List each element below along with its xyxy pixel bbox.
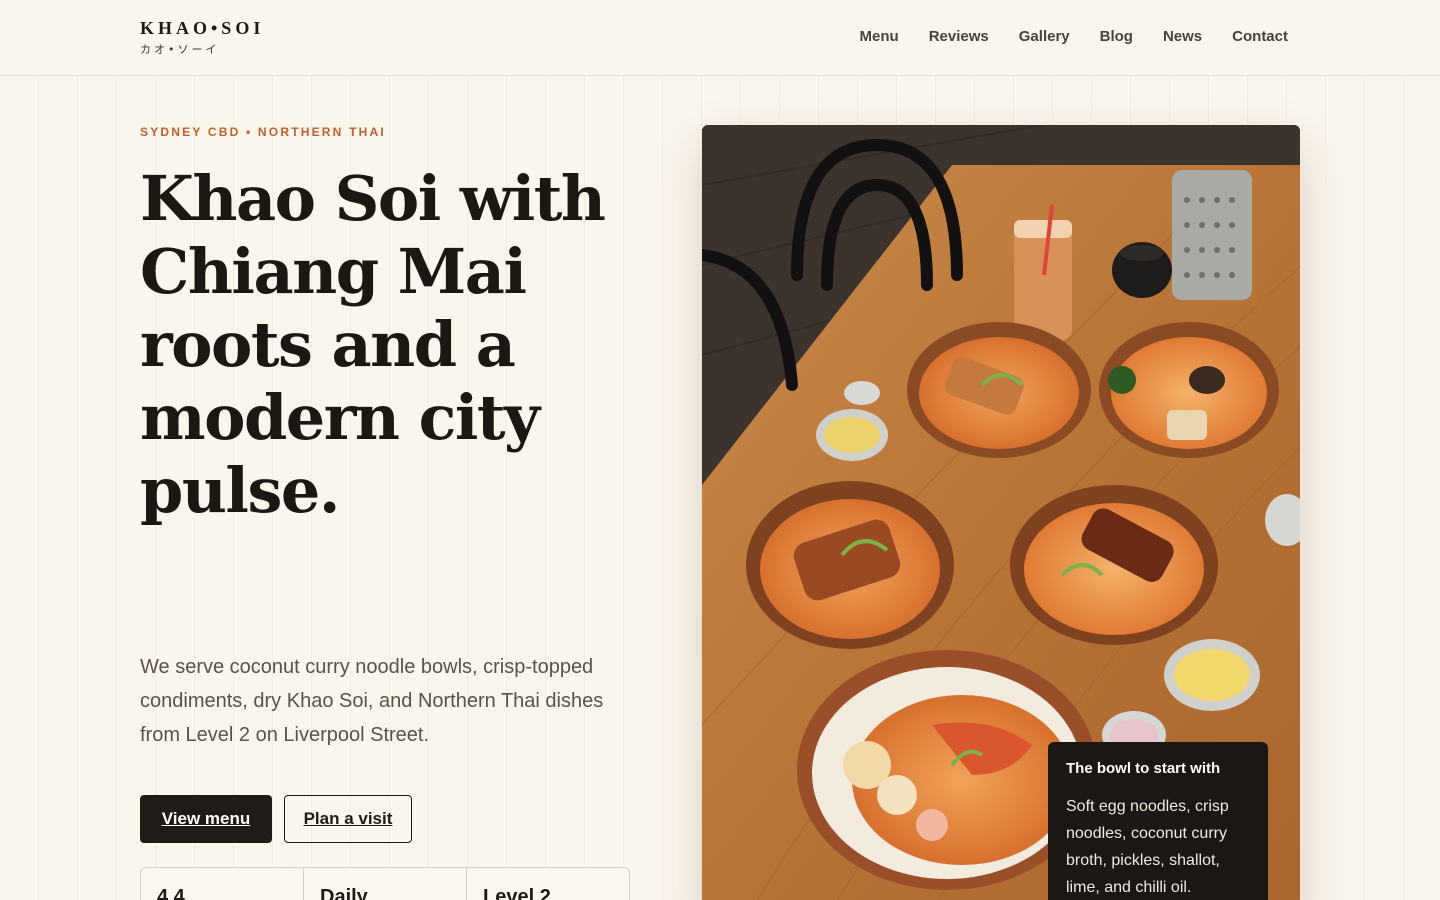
stats-strip: 4.4 Daily Level 2 [140,867,630,900]
brand-name: KHAO•SOI [140,18,265,38]
stat-hours: Daily [304,868,467,900]
hero-lead: We serve coconut curry noodle bowls, cri… [140,656,604,746]
hero-title: Khao Soi with Chiang Mai roots and a mod… [140,162,606,527]
stat-rating-value: 4.4 [157,886,185,900]
featured-bowl-title: The bowl to start with [1066,760,1221,777]
view-menu-button[interactable]: View menu [140,795,272,843]
hero-eyebrow: SYDNEY CBD • NORTHERN THAI [140,125,386,139]
nav-item-blog[interactable]: Blog [1100,28,1133,45]
nav-item-reviews[interactable]: Reviews [929,28,989,45]
featured-bowl-card: The bowl to start with Soft egg noodles,… [1048,742,1268,900]
main-nav: Menu Reviews Gallery Blog News Contact [860,28,1288,45]
nav-item-news[interactable]: News [1163,28,1202,45]
nav-item-contact[interactable]: Contact [1232,28,1288,45]
stat-location-value: Level 2 [483,886,551,900]
brand-logo[interactable]: KHAO•SOI カオ•ソーイ [140,18,264,57]
brand-subtitle: カオ•ソーイ [140,43,220,56]
nav-item-menu[interactable]: Menu [860,28,899,45]
nav-item-gallery[interactable]: Gallery [1019,28,1070,45]
stat-rating: 4.4 [141,868,304,900]
plan-visit-button[interactable]: Plan a visit [284,795,412,843]
site-header: KHAO•SOI カオ•ソーイ Menu Reviews Gallery Blo… [0,0,1440,76]
stat-hours-value: Daily [320,886,368,900]
featured-bowl-description: Soft egg noodles, crisp noodles, coconut… [1066,798,1229,896]
stat-location: Level 2 [467,868,629,900]
